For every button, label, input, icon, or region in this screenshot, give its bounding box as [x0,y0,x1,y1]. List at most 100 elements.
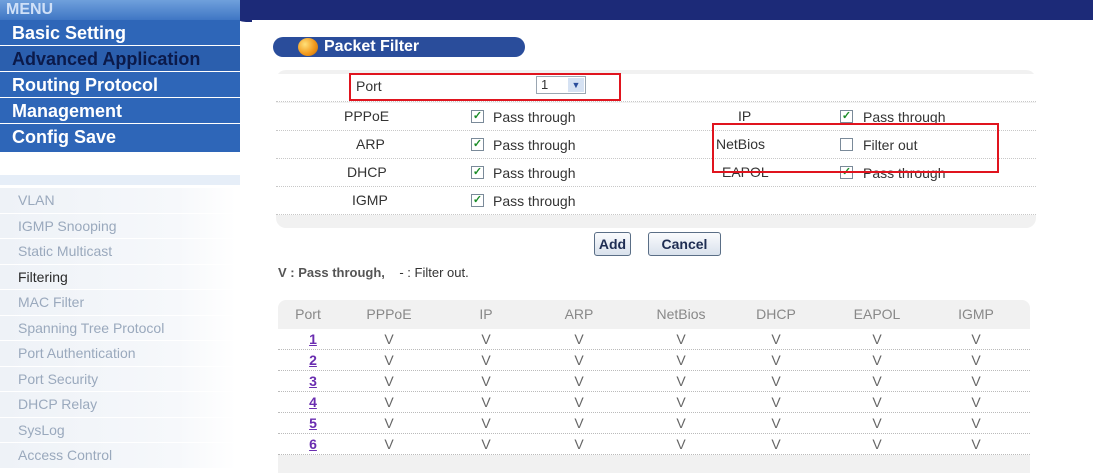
submenu-item-mac-filter[interactable]: MAC Filter [0,290,236,316]
protocol-label-igmp: IGMP [352,192,388,208]
ip-checkbox[interactable]: ✓ [840,110,853,123]
sub-menu: VLAN IGMP Snooping Static Multicast Filt… [0,188,236,469]
table-cell: V [574,331,584,347]
protocol-label-arp: ARP [356,136,385,152]
filter-status-table: Port PPPoE IP ARP NetBios DHCP EAPOL IGM… [278,300,1030,473]
port-link-3[interactable]: 3 [309,373,317,389]
table-cell: V [481,436,491,452]
table-cell: V [384,436,394,452]
cancel-button[interactable]: Cancel [648,232,721,256]
arp-checkbox[interactable]: ✓ [471,138,484,151]
table-cell: V [971,415,981,431]
menu-item-routing-protocol[interactable]: Routing Protocol [0,72,240,98]
table-cell: V [872,373,882,389]
menu-item-management[interactable]: Management [0,98,240,124]
port-link-1[interactable]: 1 [309,331,317,347]
menu-item-advanced-application[interactable]: Advanced Application [0,46,240,72]
col-header-igmp: IGMP [958,306,994,322]
orange-orb-icon [298,38,318,56]
igmp-checkbox[interactable]: ✓ [471,194,484,207]
table-cell: V [771,352,781,368]
legend-filter: - : Filter out. [399,265,469,280]
table-cell: V [481,373,491,389]
submenu-item-igmp-snooping[interactable]: IGMP Snooping [0,213,236,239]
pppoe-state: Pass through [493,109,576,125]
check-icon: ✓ [472,166,483,178]
add-button[interactable]: Add [594,232,631,256]
check-icon: ✓ [472,110,483,122]
submenu-item-port-security[interactable]: Port Security [0,366,236,392]
table-row: 6 V V V V V V V [278,434,1030,455]
table-cell: V [971,436,981,452]
protocol-label-dhcp: DHCP [347,164,387,180]
col-header-eapol: EAPOL [853,306,901,322]
table-cell: V [676,394,686,410]
col-header-arp: ARP [564,306,594,322]
table-cell: V [971,373,981,389]
filter-row-4 [276,187,1036,215]
col-header-netbios: NetBios [656,306,706,322]
col-header-ip: IP [479,306,493,322]
submenu-item-vlan[interactable]: VLAN [0,188,236,214]
table-cell: V [384,415,394,431]
submenu-item-port-authentication[interactable]: Port Authentication [0,341,236,367]
table-cell: V [676,331,686,347]
table-cell: V [481,352,491,368]
table-cell: V [384,373,394,389]
legend-pass: V : Pass through, [278,265,385,280]
table-cell: V [676,373,686,389]
submenu-item-spanning-tree[interactable]: Spanning Tree Protocol [0,315,236,341]
table-row: 2 V V V V V V V [278,350,1030,371]
check-icon: ✓ [472,138,483,150]
table-cell: V [676,415,686,431]
table-header: Port PPPoE IP ARP NetBios DHCP EAPOL IGM… [278,300,1030,328]
table-cell: V [384,331,394,347]
table-cell: V [771,436,781,452]
table-cell-port: 3 [278,373,353,389]
port-link-4[interactable]: 4 [309,394,317,410]
port-link-2[interactable]: 2 [309,352,317,368]
submenu-item-access-control[interactable]: Access Control [0,443,236,469]
port-link-5[interactable]: 5 [309,415,317,431]
port-highlight-box [349,73,621,101]
pppoe-checkbox[interactable]: ✓ [471,110,484,123]
table-cell-port: 6 [278,436,353,452]
submenu-item-dhcp-relay[interactable]: DHCP Relay [0,392,236,418]
table-cell: V [574,436,584,452]
menu-item-config-save[interactable]: Config Save [0,124,240,152]
igmp-state: Pass through [493,193,576,209]
submenu-item-filtering[interactable]: Filtering [0,264,236,290]
top-bar [240,0,1093,20]
table-cell: V [574,373,584,389]
table-cell-port: 4 [278,394,353,410]
legend: V : Pass through, - : Filter out. [278,265,469,280]
protocol-label-ip: IP [738,108,752,124]
table-row: 5 V V V V V V V [278,413,1030,434]
table-cell: V [574,394,584,410]
main-menu: Basic Setting Advanced Application Routi… [0,20,240,152]
menu-item-basic-setting[interactable]: Basic Setting [0,20,240,46]
port-link-6[interactable]: 6 [309,436,317,452]
table-cell: V [481,394,491,410]
dhcp-checkbox[interactable]: ✓ [471,166,484,179]
table-cell-port: 1 [278,331,353,347]
table-row: 4 V V V V V V V [278,392,1030,413]
table-cell: V [771,373,781,389]
submenu-item-static-multicast[interactable]: Static Multicast [0,239,236,265]
table-cell: V [481,331,491,347]
table-cell: V [574,415,584,431]
table-cell: V [384,352,394,368]
table-cell: V [771,331,781,347]
arp-state: Pass through [493,137,576,153]
submenu-item-syslog[interactable]: SysLog [0,417,236,443]
table-row: 3 V V V V V V V [278,371,1030,392]
netbios-highlight-box [712,123,999,173]
table-cell-port: 5 [278,415,353,431]
section-title: Packet Filter [324,38,420,55]
check-icon: ✓ [472,194,483,206]
table-cell: V [771,415,781,431]
table-cell: V [872,394,882,410]
table-cell: V [771,394,781,410]
menu-divider [0,175,240,185]
table-cell: V [384,394,394,410]
